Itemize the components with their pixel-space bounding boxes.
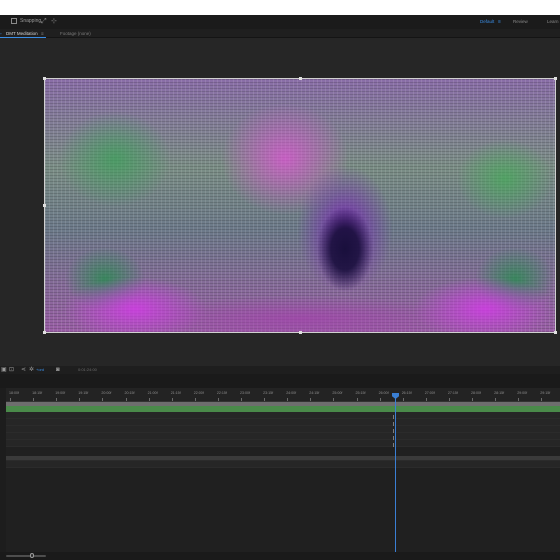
ruler-tick <box>356 398 358 401</box>
ruler-tick <box>310 398 312 401</box>
timeline-tracks: I I I I I <box>6 412 560 552</box>
ruler-tick <box>217 398 219 401</box>
track-row[interactable] <box>6 412 560 419</box>
track-row[interactable] <box>6 461 560 468</box>
timeline-header-gap <box>0 374 560 388</box>
ruler-tick-label: 27:00f <box>424 391 435 395</box>
transform-handle-top-left[interactable] <box>43 77 46 80</box>
ruler-tick-label: 25:15f <box>355 391 366 395</box>
ruler-tick <box>194 398 196 401</box>
snap-guides-icon[interactable]: ⊹ <box>51 17 57 26</box>
ruler-tick-label: 23:15f <box>263 391 274 395</box>
ruler-tick-label: 20:15f <box>124 391 135 395</box>
os-title-strip <box>0 0 560 15</box>
ruler-tick-label: 19:15f <box>78 391 89 395</box>
ruler-tick-label: 28:00f <box>471 391 481 395</box>
ruler-tick-label: 20:00f <box>101 391 112 395</box>
ruler-tick <box>448 398 450 401</box>
timeline-zoom-slider[interactable] <box>6 555 46 557</box>
time-ruler[interactable]: 18:00f 18:15f 19:00f 19:15f 20:00f 20:15f 21:0… <box>6 388 560 402</box>
ruler-tick-label: 24:15f <box>309 391 320 395</box>
ruler-tick-label: 19:00f <box>55 391 66 395</box>
ruler-tick <box>495 398 497 401</box>
ruler-tick <box>333 398 335 401</box>
app-toolbar: Snapping ⤢ ⊹ Default ≡ Review Learn <box>0 15 560 29</box>
ruler-tick <box>79 398 81 401</box>
transform-handle-bottom[interactable] <box>299 331 302 334</box>
ruler-tick <box>287 398 289 401</box>
ruler-tick-label: 21:15f <box>170 391 181 395</box>
ruler-tick <box>402 398 404 401</box>
timeline-toolbar: ▣ ⊡ ⋖ ✲ +ord ◙ 0:01:24:00 <box>0 366 560 374</box>
viewer-tabs: ▫ DMT Meditation ≡ Footage (none) <box>0 29 560 38</box>
playhead-line[interactable] <box>395 396 396 552</box>
transform-handle-top-right[interactable] <box>554 77 557 80</box>
track-row[interactable] <box>6 440 560 447</box>
ruler-tick <box>56 398 58 401</box>
workspace-default[interactable]: Default <box>480 19 494 24</box>
settings-icon[interactable]: ✲ <box>29 366 34 374</box>
ruler-tick-label: 29:00f <box>517 391 528 395</box>
ruler-tick-label: 25:00f <box>332 391 343 395</box>
region-icon[interactable]: ⊡ <box>9 366 14 374</box>
transform-handle-bottom-right[interactable] <box>554 331 557 334</box>
comp-label[interactable]: +ord <box>36 367 44 373</box>
ruler-tick <box>541 398 543 401</box>
track-row[interactable] <box>6 419 560 426</box>
ruler-tick-label: 22:00f <box>193 391 204 395</box>
ruler-tick <box>10 398 11 401</box>
ruler-tick <box>379 398 381 401</box>
ruler-tick <box>472 398 473 401</box>
tab-menu-icon[interactable]: ≡ <box>41 30 44 37</box>
composition-frame[interactable] <box>44 78 556 333</box>
track-row[interactable] <box>6 426 560 433</box>
transform-handle-bottom-left[interactable] <box>43 331 46 334</box>
ruler-tick-label: 26:15f <box>401 391 412 395</box>
ruler-tick <box>148 398 150 401</box>
tab-footage[interactable]: Footage (none) <box>60 30 91 37</box>
ruler-tick-label: 23:00f <box>240 391 250 395</box>
snapping-label: Snapping <box>20 18 42 24</box>
expand-icon[interactable]: ⤢ <box>41 17 47 26</box>
ruler-tick-label: 18:00f <box>9 391 19 395</box>
transform-handle-top[interactable] <box>299 77 302 80</box>
ruler-tick-label: 26:00f <box>378 391 389 395</box>
ruler-tick-label: 27:15f <box>447 391 458 395</box>
transform-handle-left[interactable] <box>43 204 46 207</box>
ruler-tick <box>125 398 127 401</box>
ruler-tick <box>102 398 104 401</box>
snapping-toggle[interactable]: Snapping <box>11 18 41 24</box>
timeline-footer <box>0 552 560 560</box>
ruler-tick-label: 21:00f <box>147 391 158 395</box>
ruler-tick <box>425 398 427 401</box>
workspace-learn[interactable]: Learn <box>547 19 559 24</box>
track-row[interactable] <box>6 433 560 440</box>
ruler-tick-label: 24:00f <box>286 391 297 395</box>
camera-icon[interactable]: ◙ <box>56 366 60 374</box>
ruler-tick-label: 29:15f <box>540 391 551 395</box>
grid-icon[interactable]: ▣ <box>1 366 7 374</box>
share-icon[interactable]: ⋖ <box>21 366 26 374</box>
workspace-review[interactable]: Review <box>513 19 528 24</box>
workspace-menu-icon[interactable]: ≡ <box>498 18 501 27</box>
ruler-tick <box>264 398 266 401</box>
ruler-tick-label: 18:15f <box>32 391 43 395</box>
snapping-checkbox[interactable] <box>11 18 17 24</box>
composition-icon: ▫ <box>0 31 2 36</box>
ruler-tick <box>33 398 35 401</box>
ruler-tick-label: 22:15f <box>216 391 227 395</box>
ruler-tick <box>241 398 242 401</box>
ruler-tick <box>171 398 173 401</box>
tab-composition[interactable]: DMT Meditation <box>6 30 38 37</box>
ruler-tick <box>518 398 520 401</box>
ruler-tick-label: 28:15f <box>494 391 505 395</box>
current-time-display[interactable]: 0:01:24:00 <box>78 367 97 373</box>
timeline-zoom-thumb[interactable] <box>30 553 34 558</box>
